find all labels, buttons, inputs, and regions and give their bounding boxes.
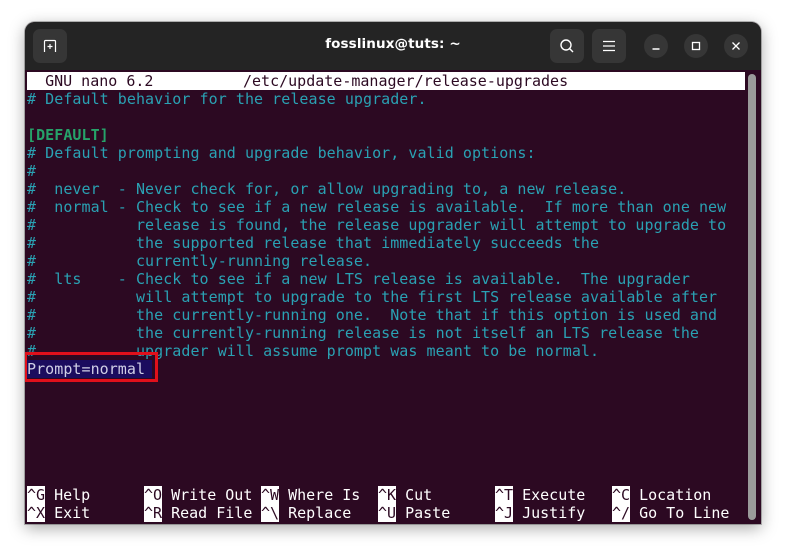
nano-file-path: /etc/update-manager/release-upgrades	[243, 72, 569, 90]
file-line: # Default behavior for the release upgra…	[27, 90, 427, 108]
shortcut-where-is[interactable]: ^W Where Is	[261, 486, 360, 504]
file-line: # Default prompting and upgrade behavior…	[27, 144, 536, 162]
file-line: # currently-running release.	[27, 252, 373, 270]
search-icon	[560, 39, 574, 53]
shortcut-go-to-line[interactable]: ^/ Go To Line	[612, 504, 729, 522]
menu-button[interactable]	[592, 29, 626, 63]
file-line: # the currently-running one. Note that i…	[27, 306, 718, 324]
file-line: #	[27, 162, 37, 180]
shortcut-replace[interactable]: ^\ Replace	[261, 504, 351, 522]
shortcut-cut[interactable]: ^K Cut	[378, 486, 432, 504]
file-line: # will attempt to upgrade to the first L…	[27, 288, 718, 306]
section-header: [DEFAULT]	[27, 126, 109, 144]
file-line: # the currently-running release is not i…	[27, 324, 699, 342]
close-icon	[732, 42, 740, 50]
search-button[interactable]	[550, 29, 584, 63]
minimize-icon	[652, 48, 660, 50]
shortcut-execute[interactable]: ^T Execute	[495, 486, 585, 504]
scrollbar[interactable]	[748, 74, 756, 520]
title-bar: fosslinux@tuts: ~	[25, 22, 761, 70]
hamburger-menu-icon	[603, 40, 615, 52]
file-line: # lts - Check to see if a new LTS releas…	[27, 270, 690, 288]
shortcut-read-file[interactable]: ^R Read File	[144, 504, 252, 522]
terminal-window: fosslinux@tuts: ~ GNU nano 6.2 /etc/upda…	[25, 22, 761, 524]
shortcut-exit[interactable]: ^X Exit	[27, 504, 90, 522]
shortcut-justify[interactable]: ^J Justify	[495, 504, 585, 522]
shortcut-location[interactable]: ^C Location	[612, 486, 711, 504]
nano-version: GNU nano 6.2	[45, 72, 154, 90]
shortcut-help[interactable]: ^G Help	[27, 486, 90, 504]
file-line: # never - Never check for, or allow upgr…	[27, 180, 627, 198]
annotation-highlight-box	[25, 352, 158, 382]
shortcut-paste[interactable]: ^U Paste	[378, 504, 450, 522]
minimize-button[interactable]	[644, 34, 668, 58]
file-line: # the supported release that immediately…	[27, 234, 600, 252]
maximize-button[interactable]	[684, 34, 708, 58]
maximize-icon	[691, 41, 701, 51]
terminal-area[interactable]: GNU nano 6.2/etc/update-manager/release-…	[25, 70, 761, 524]
shortcut-write-out[interactable]: ^O Write Out	[144, 486, 252, 504]
nano-header-bar: GNU nano 6.2/etc/update-manager/release-…	[27, 72, 745, 90]
file-line: # normal - Check to see if a new release…	[27, 198, 727, 216]
close-button[interactable]	[724, 34, 748, 58]
file-line: # release is found, the release upgrader…	[27, 216, 727, 234]
